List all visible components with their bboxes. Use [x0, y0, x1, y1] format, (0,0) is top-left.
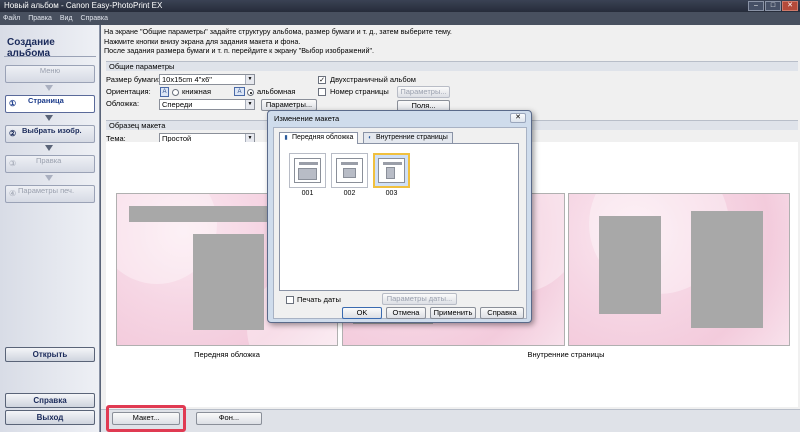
photo-placeholder — [193, 234, 264, 330]
step-number: ④ — [9, 189, 17, 198]
pages-icon: ◐ — [368, 135, 372, 141]
date-params-button[interactable]: Параметры даты... — [382, 293, 457, 305]
step-arrow-icon — [45, 145, 53, 151]
print-date-checkbox[interactable] — [286, 296, 294, 304]
chevron-down-icon: ▼ — [245, 75, 254, 84]
general-settings-header: Общие параметры — [106, 61, 798, 71]
layout-label: 002 — [343, 190, 356, 197]
step-arrow-icon — [45, 115, 53, 121]
layout-thumb-002[interactable] — [331, 153, 368, 188]
layout-page-icon — [378, 158, 405, 183]
inner-pages-caption: Внутренние страницы — [527, 350, 605, 359]
title-bar-icon — [341, 162, 358, 165]
photo-placeholder — [599, 216, 661, 314]
window-title: Новый альбом - Canon Easy-PhotoPrint EX — [4, 1, 163, 10]
instructions: На экране "Общие параметры" задайте стру… — [104, 27, 452, 56]
paper-size-select[interactable]: 10x15cm 4"x6" ▼ — [159, 74, 255, 85]
portrait-radio[interactable] — [172, 89, 179, 96]
landscape-radio[interactable] — [247, 89, 254, 96]
title-bar-icon — [383, 162, 402, 165]
highlight-frame — [106, 405, 186, 432]
dialog-help-button[interactable]: Справка — [480, 307, 524, 319]
landscape-label: альбомная — [257, 87, 296, 96]
menu-edit[interactable]: Правка — [28, 12, 52, 25]
photo-box-icon — [298, 168, 317, 180]
cancel-button[interactable]: Отмена — [386, 307, 426, 319]
step-arrow-icon — [45, 175, 53, 181]
background-button[interactable]: Фон... — [196, 412, 262, 425]
ok-button[interactable]: OK — [342, 307, 382, 319]
double-sided-label: Двухстраничный альбом — [330, 75, 416, 84]
sidebar: Создание альбома Меню ① Страница ② Выбра… — [0, 25, 100, 432]
title-bar-icon — [299, 162, 318, 165]
instruction-line: На экране "Общие параметры" задайте стру… — [104, 27, 452, 36]
photo-placeholder — [691, 211, 763, 328]
step-number: ① — [9, 99, 17, 108]
layout-list: 001 002 003 — [279, 143, 519, 291]
dialog-body: ▮ Передняя обложка ◐ Внутренние страницы… — [273, 127, 527, 319]
portrait-label: книжная — [182, 87, 212, 96]
paper-size-label: Размер бумаги: — [106, 75, 160, 84]
step-edit-label: Правка — [36, 156, 62, 165]
dialog-title: Изменение макета — [274, 114, 340, 123]
change-layout-dialog: Изменение макета ✕ ▮ Передняя обложка ◐ … — [267, 110, 532, 323]
page-number-params-button[interactable]: Параметры... — [397, 86, 450, 98]
photo-box-icon — [343, 168, 356, 178]
window-title-bar: Новый альбом - Canon Easy-PhotoPrint EX … — [0, 0, 800, 12]
layout-thumb-001[interactable] — [289, 153, 326, 188]
step-number: ③ — [9, 159, 17, 168]
maximize-button[interactable]: □ — [765, 1, 781, 11]
step-print-settings-button[interactable]: ④ Параметры печ. — [5, 185, 95, 203]
landscape-icon: A — [234, 87, 245, 96]
minimize-button[interactable]: – — [748, 1, 764, 11]
chevron-down-icon: ▼ — [245, 100, 254, 109]
page-number-label: Номер страницы — [330, 87, 389, 96]
open-button[interactable]: Открыть — [5, 347, 95, 362]
inner-page-right-preview — [568, 193, 790, 346]
tab-front-cover-label: Передняя обложка — [292, 134, 354, 141]
paper-size-value: 10x15cm 4"x6" — [162, 75, 212, 84]
step-page-label: Страница — [28, 96, 64, 105]
close-button[interactable]: ✕ — [782, 1, 798, 11]
step-select-images-button[interactable]: ② Выбрать изобр. — [5, 125, 95, 143]
step-number: ② — [9, 129, 17, 138]
front-cover-caption: Передняя обложка — [194, 350, 260, 359]
dialog-close-button[interactable]: ✕ — [510, 113, 526, 123]
page-number-checkbox[interactable] — [318, 88, 326, 96]
orientation-label: Ориентация: — [106, 87, 151, 96]
step-menu-button[interactable]: Меню — [5, 65, 95, 83]
page-icon: ▮ — [284, 135, 288, 141]
sidebar-divider — [4, 56, 96, 57]
layout-thumb-003[interactable] — [373, 153, 410, 188]
step-edit-button[interactable]: ③ Правка — [5, 155, 95, 173]
layout-label: 001 — [301, 190, 314, 197]
menu-file[interactable]: Файл — [3, 12, 20, 25]
layout-page-icon — [294, 158, 321, 183]
photo-box-icon — [386, 167, 395, 179]
menu-bar: Файл Правка Вид Справка — [0, 12, 800, 25]
tab-inner-pages[interactable]: ◐ Внутренние страницы — [363, 132, 453, 143]
help-button[interactable]: Справка — [5, 393, 95, 408]
double-sided-checkbox[interactable]: ✓ — [318, 76, 326, 84]
cover-select[interactable]: Спереди ▼ — [159, 99, 255, 110]
menu-view[interactable]: Вид — [60, 12, 73, 25]
step-arrow-icon — [45, 85, 53, 91]
layout-label: 003 — [385, 190, 398, 197]
exit-button[interactable]: Выход — [5, 410, 95, 425]
cover-value: Спереди — [162, 100, 193, 109]
instruction-line: Нажмите кнопки внизу экрана для задания … — [104, 36, 301, 46]
step-page-button[interactable]: ① Страница — [5, 95, 95, 113]
print-date-label: Печать даты — [297, 295, 341, 304]
step-select-images-label: Выбрать изобр. — [22, 126, 82, 135]
tab-inner-pages-label: Внутренние страницы — [376, 134, 448, 141]
apply-button[interactable]: Применить — [430, 307, 476, 319]
layout-page-icon — [336, 158, 363, 183]
cover-label: Обложка: — [106, 99, 140, 108]
menu-help[interactable]: Справка — [81, 12, 108, 25]
step-menu-label: Меню — [39, 66, 61, 75]
step-print-settings-label: Параметры печ. — [18, 186, 75, 195]
tab-front-cover[interactable]: ▮ Передняя обложка — [279, 132, 359, 144]
portrait-icon: A — [160, 87, 169, 97]
instruction-line: После задания размера бумаги и т. п. пер… — [104, 46, 375, 55]
